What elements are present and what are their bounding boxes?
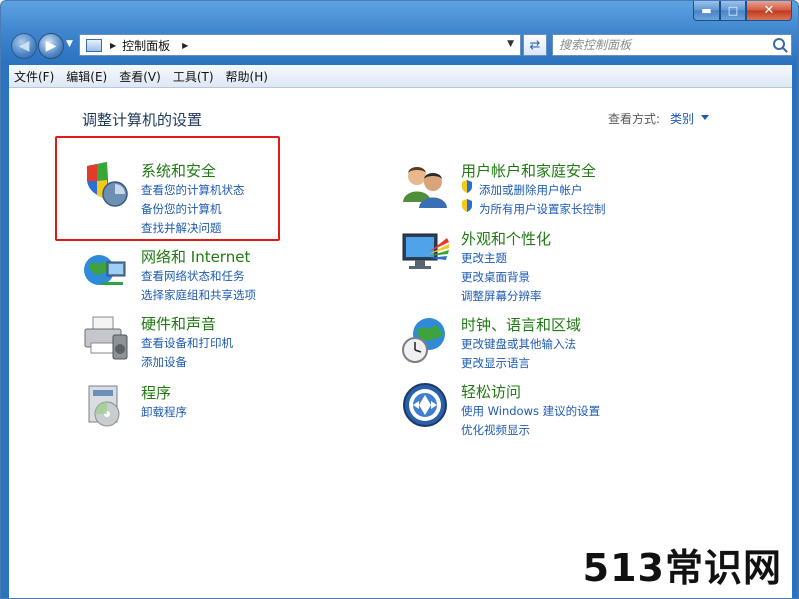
highlight-box: [55, 136, 280, 241]
breadcrumb-separator-icon[interactable]: ▶: [182, 41, 188, 50]
view-by-label: 查看方式:: [608, 112, 661, 126]
link-add-remove-accounts[interactable]: 添加或删除用户帐户: [479, 182, 583, 198]
category-network-internet: 网络和 Internet 查看网络状态和任务 选择家庭组和共享选项: [81, 246, 311, 306]
menu-bar: 文件(F) 编辑(E) 查看(V) 工具(T) 帮助(H): [9, 65, 792, 88]
link-homegroup-sharing[interactable]: 选择家庭组和共享选项: [141, 287, 256, 303]
search-box[interactable]: [552, 34, 792, 56]
arrow-right-icon: ▶: [45, 38, 57, 54]
link-desktop-background[interactable]: 更改桌面背景: [461, 269, 530, 285]
network-globe-icon[interactable]: [81, 246, 131, 296]
address-dropdown-icon[interactable]: ▼: [507, 39, 514, 49]
address-bar[interactable]: ▶ 控制面板 ▶ ▼: [79, 34, 521, 56]
caption-buttons: ▬ □ ✕: [693, 1, 792, 21]
programs-icon[interactable]: [81, 382, 131, 432]
link-optimize-display[interactable]: 优化视频显示: [461, 422, 530, 438]
uac-shield-icon: [462, 199, 472, 212]
view-by-dropdown[interactable]: 类别: [670, 110, 694, 127]
category-programs: 程序 卸载程序: [81, 382, 281, 432]
category-title-clock-language[interactable]: 时钟、语言和区域: [461, 314, 581, 335]
search-icon[interactable]: [773, 38, 785, 50]
link-parental-controls[interactable]: 为所有用户设置家长控制: [479, 201, 606, 217]
breadcrumb-control-panel[interactable]: 控制面板: [122, 37, 170, 54]
forward-button[interactable]: ▶: [38, 33, 64, 59]
arrow-left-icon: ◀: [18, 38, 30, 54]
content-pane: 调整计算机的设置 查看方式: 类别 系统和安全 查看您的计算机状态 备份您的计算…: [9, 88, 792, 598]
maximize-button[interactable]: □: [720, 1, 746, 21]
printer-icon[interactable]: [81, 313, 131, 363]
chevron-down-icon[interactable]: [701, 115, 709, 120]
refresh-button[interactable]: ⇄: [523, 34, 547, 56]
category-title-programs[interactable]: 程序: [141, 382, 171, 403]
link-display-language[interactable]: 更改显示语言: [461, 355, 530, 371]
menu-help[interactable]: 帮助(H): [221, 68, 273, 85]
category-ease-of-access: 轻松访问 使用 Windows 建议的设置 优化视频显示: [401, 381, 661, 441]
link-screen-resolution[interactable]: 调整屏幕分辨率: [461, 288, 542, 304]
category-title-network-internet[interactable]: 网络和 Internet: [141, 246, 250, 267]
link-keyboard-input[interactable]: 更改键盘或其他输入法: [461, 336, 576, 352]
monitor-palette-icon[interactable]: [401, 228, 451, 278]
link-network-status[interactable]: 查看网络状态和任务: [141, 268, 245, 284]
category-title-appearance[interactable]: 外观和个性化: [461, 228, 551, 249]
refresh-icon: ⇄: [529, 37, 541, 53]
link-devices-printers[interactable]: 查看设备和打印机: [141, 335, 233, 351]
link-uninstall-program[interactable]: 卸载程序: [141, 404, 187, 420]
clock-globe-icon[interactable]: [401, 314, 451, 364]
link-add-device[interactable]: 添加设备: [141, 354, 187, 370]
link-change-theme[interactable]: 更改主题: [461, 250, 507, 266]
page-title: 调整计算机的设置: [82, 111, 203, 129]
menu-tools[interactable]: 工具(T): [168, 68, 219, 85]
category-hardware-sound: 硬件和声音 查看设备和打印机 添加设备: [81, 313, 311, 373]
menu-view[interactable]: 查看(V): [114, 68, 166, 85]
control-panel-window: ▬ □ ✕ ◀ ▶ ▼ ▶ 控制面板 ▶ ▼ ⇄ 文件(F) 编辑(E) 查看(…: [0, 0, 799, 599]
users-icon[interactable]: [401, 160, 451, 210]
minimize-button[interactable]: ▬: [693, 1, 720, 21]
category-title-ease-of-access[interactable]: 轻松访问: [461, 381, 521, 402]
close-button[interactable]: ✕: [746, 1, 792, 21]
category-clock-language: 时钟、语言和区域 更改键盘或其他输入法 更改显示语言: [401, 314, 661, 374]
category-title-hardware-sound[interactable]: 硬件和声音: [141, 313, 216, 334]
navigation-bar: ◀ ▶ ▼ ▶ 控制面板 ▶ ▼ ⇄: [9, 33, 792, 59]
category-appearance: 外观和个性化 更改主题 更改桌面背景 调整屏幕分辨率: [401, 228, 641, 308]
back-button[interactable]: ◀: [11, 33, 37, 59]
menu-file[interactable]: 文件(F): [9, 68, 59, 85]
ease-of-access-icon[interactable]: [401, 381, 451, 431]
control-panel-icon: [86, 38, 102, 52]
watermark: 513常识网: [582, 546, 782, 590]
breadcrumb-separator-icon[interactable]: ▶: [110, 41, 116, 50]
uac-shield-icon: [462, 180, 472, 193]
search-input[interactable]: [559, 37, 759, 53]
recent-pages-dropdown[interactable]: ▼: [66, 39, 73, 49]
menu-edit[interactable]: 编辑(E): [61, 68, 112, 85]
category-user-accounts: 用户帐户和家庭安全 添加或删除用户帐户 为所有用户设置家长控制: [401, 160, 661, 220]
link-recommended-settings[interactable]: 使用 Windows 建议的设置: [461, 403, 600, 419]
category-title-user-accounts[interactable]: 用户帐户和家庭安全: [461, 160, 596, 181]
